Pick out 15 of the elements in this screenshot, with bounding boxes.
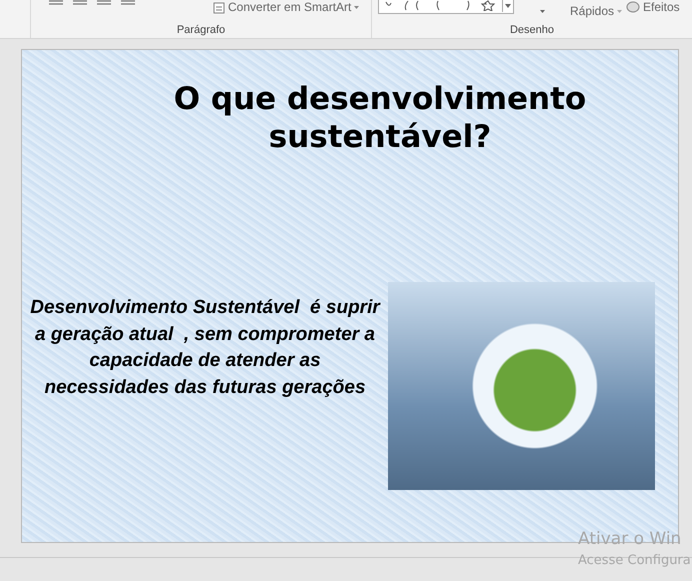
quick-styles-button[interactable]: Rápidos xyxy=(570,4,622,18)
activation-title: Ativar o Win xyxy=(578,529,682,549)
shapes-gallery[interactable] xyxy=(378,0,514,14)
shape-effects-button[interactable]: Efeitos xyxy=(626,0,680,14)
caret-icon xyxy=(354,6,360,8)
caret-icon xyxy=(617,10,622,12)
convert-smartart-button[interactable]: Converter em SmartArt xyxy=(211,0,360,14)
align-icon[interactable] xyxy=(47,0,137,6)
group-label: Parágrafo xyxy=(176,24,226,36)
slide-title: O que desenvolvimento sustentável? xyxy=(172,80,588,156)
slide-body-text: Desenvolvimento Sustentável é suprir a geração atual , sem comprometer a capacidade de atender as necessidades das futuras gerações xyxy=(30,296,380,400)
activation-hint: Acesse Configura xyxy=(578,553,691,568)
caret-icon[interactable] xyxy=(540,10,545,13)
group-label: Desenho xyxy=(510,24,554,36)
scroll-caret-icon[interactable] xyxy=(502,0,513,12)
